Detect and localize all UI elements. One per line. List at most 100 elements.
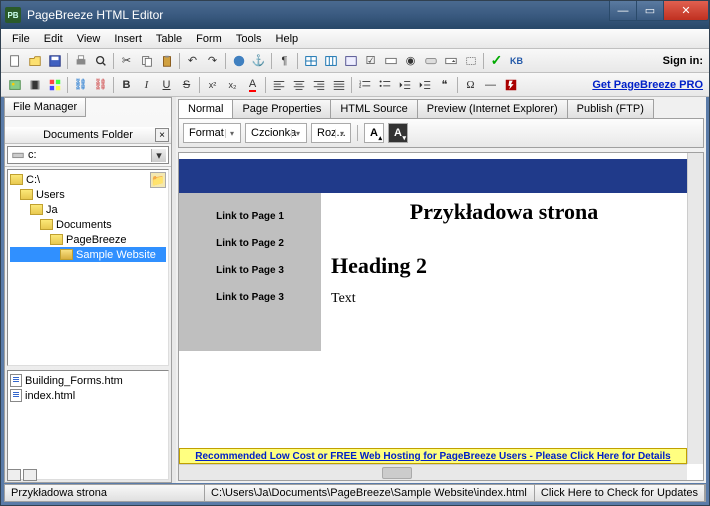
tab-preview[interactable]: Preview (Internet Explorer) (417, 99, 568, 118)
tab-page-properties[interactable]: Page Properties (232, 99, 331, 118)
hidden-button[interactable] (461, 51, 480, 70)
file-item[interactable]: index.html (10, 388, 166, 403)
print-button[interactable] (71, 51, 90, 70)
vertical-scrollbar[interactable] (687, 153, 703, 464)
checkbox-button[interactable]: ☑ (361, 51, 380, 70)
image-button[interactable] (5, 75, 24, 94)
ordered-list-button[interactable]: 12 (355, 75, 374, 94)
redo-button[interactable]: ↷ (203, 51, 222, 70)
tree-action-button[interactable]: 📁 (150, 172, 166, 188)
table-insert-button[interactable] (301, 51, 320, 70)
show-paragraph-button[interactable]: ¶ (275, 51, 294, 70)
hr-button[interactable]: — (481, 75, 500, 94)
form-button[interactable] (341, 51, 360, 70)
page-side-link[interactable]: Link to Page 3 (179, 257, 321, 284)
table-edit-button[interactable] (321, 51, 340, 70)
strike-button[interactable]: S (177, 75, 196, 94)
hyperlink-button[interactable]: ⛓ (71, 75, 90, 94)
tree-item[interactable]: Users (10, 187, 166, 202)
link-button[interactable] (229, 51, 248, 70)
color-button[interactable] (45, 75, 64, 94)
indent-button[interactable] (415, 75, 434, 94)
unlink-button[interactable]: ⛓ (91, 75, 110, 94)
hosting-promo-banner[interactable]: Recommended Low Cost or FREE Web Hosting… (179, 448, 687, 464)
panel-close-button[interactable]: × (155, 128, 169, 142)
file-item[interactable]: Building_Forms.htm (10, 373, 166, 388)
format-combo[interactable]: Format (183, 123, 241, 143)
new-button[interactable] (5, 51, 24, 70)
size-combo[interactable]: Roz... (311, 123, 351, 143)
menu-form[interactable]: Form (189, 31, 229, 47)
underline-button[interactable]: U (157, 75, 176, 94)
open-button[interactable] (25, 51, 44, 70)
superscript-button[interactable]: x² (203, 75, 222, 94)
font-grow-button[interactable]: A▴ (364, 123, 384, 143)
minimize-button[interactable]: ― (609, 1, 637, 21)
editor-area[interactable]: Link to Page 1Link to Page 2Link to Page… (178, 152, 704, 481)
toggle-2[interactable] (23, 469, 37, 481)
tree-item-label: Ja (46, 204, 58, 216)
radio-button[interactable]: ◉ (401, 51, 420, 70)
menu-tools[interactable]: Tools (229, 31, 269, 47)
kb-button[interactable]: KB (507, 51, 526, 70)
tree-item[interactable]: C:\ (10, 172, 166, 187)
bold-button[interactable]: B (117, 75, 136, 94)
status-updates[interactable]: Click Here to Check for Updates (535, 485, 705, 501)
horizontal-scrollbar[interactable] (179, 464, 687, 480)
page-side-link[interactable]: Link to Page 3 (179, 284, 321, 311)
blockquote-button[interactable]: ❝ (435, 75, 454, 94)
align-center-button[interactable] (289, 75, 308, 94)
undo-button[interactable]: ↶ (183, 51, 202, 70)
align-justify-button[interactable] (329, 75, 348, 94)
subscript-button[interactable]: x₂ (223, 75, 242, 94)
tree-item[interactable]: Sample Website (10, 247, 166, 262)
file-list[interactable]: Building_Forms.htmindex.html (7, 370, 169, 480)
spellcheck-button[interactable]: ✓ (487, 51, 506, 70)
cut-button[interactable]: ✂ (117, 51, 136, 70)
folder-tree[interactable]: 📁 C:\Users JaDocumentsPageBreezeSample We… (7, 169, 169, 366)
menu-view[interactable]: View (70, 31, 108, 47)
menu-table[interactable]: Table (149, 31, 189, 47)
film-button[interactable] (25, 75, 44, 94)
anchor-button[interactable]: ⚓ (249, 51, 268, 70)
tree-item[interactable]: Documents (10, 217, 166, 232)
preview-button[interactable] (91, 51, 110, 70)
toggle-1[interactable] (7, 469, 21, 481)
page-side-link[interactable]: Link to Page 2 (179, 230, 321, 257)
italic-button[interactable]: I (137, 75, 156, 94)
close-button[interactable]: ✕ (663, 1, 709, 21)
align-left-button[interactable] (269, 75, 288, 94)
tab-normal[interactable]: Normal (178, 99, 233, 118)
tab-html-source[interactable]: HTML Source (330, 99, 417, 118)
page-side-link[interactable]: Link to Page 1 (179, 203, 321, 230)
page-title: Przykładowa strona (331, 199, 677, 225)
unordered-list-button[interactable] (375, 75, 394, 94)
font-combo[interactable]: Czcionka (245, 123, 307, 143)
control-button[interactable] (381, 51, 400, 70)
get-pro-link[interactable]: Get PageBreeze PRO (592, 79, 703, 91)
maximize-button[interactable]: ▭ (636, 1, 664, 21)
menu-help[interactable]: Help (269, 31, 306, 47)
tree-item[interactable]: PageBreeze (10, 232, 166, 247)
menu-edit[interactable]: Edit (37, 31, 70, 47)
paste-button[interactable] (157, 51, 176, 70)
tab-publish[interactable]: Publish (FTP) (567, 99, 654, 118)
signin-label[interactable]: Sign in: (663, 55, 703, 67)
copy-button[interactable] (137, 51, 156, 70)
button-button[interactable] (421, 51, 440, 70)
drive-value: c: (28, 149, 37, 161)
save-button[interactable] (45, 51, 64, 70)
flash-button[interactable] (501, 75, 520, 94)
file-manager-tab[interactable]: File Manager (5, 98, 86, 117)
menu-insert[interactable]: Insert (107, 31, 149, 47)
menu-file[interactable]: File (5, 31, 37, 47)
symbol-button[interactable]: Ω (461, 75, 480, 94)
select-button[interactable] (441, 51, 460, 70)
fontcolor-button[interactable]: A (243, 75, 262, 94)
file-name: Building_Forms.htm (25, 375, 123, 387)
drive-select[interactable]: c: (7, 146, 169, 164)
font-color-button[interactable]: A▾ (388, 123, 408, 143)
outdent-button[interactable] (395, 75, 414, 94)
align-right-button[interactable] (309, 75, 328, 94)
tree-item[interactable]: Ja (10, 202, 166, 217)
